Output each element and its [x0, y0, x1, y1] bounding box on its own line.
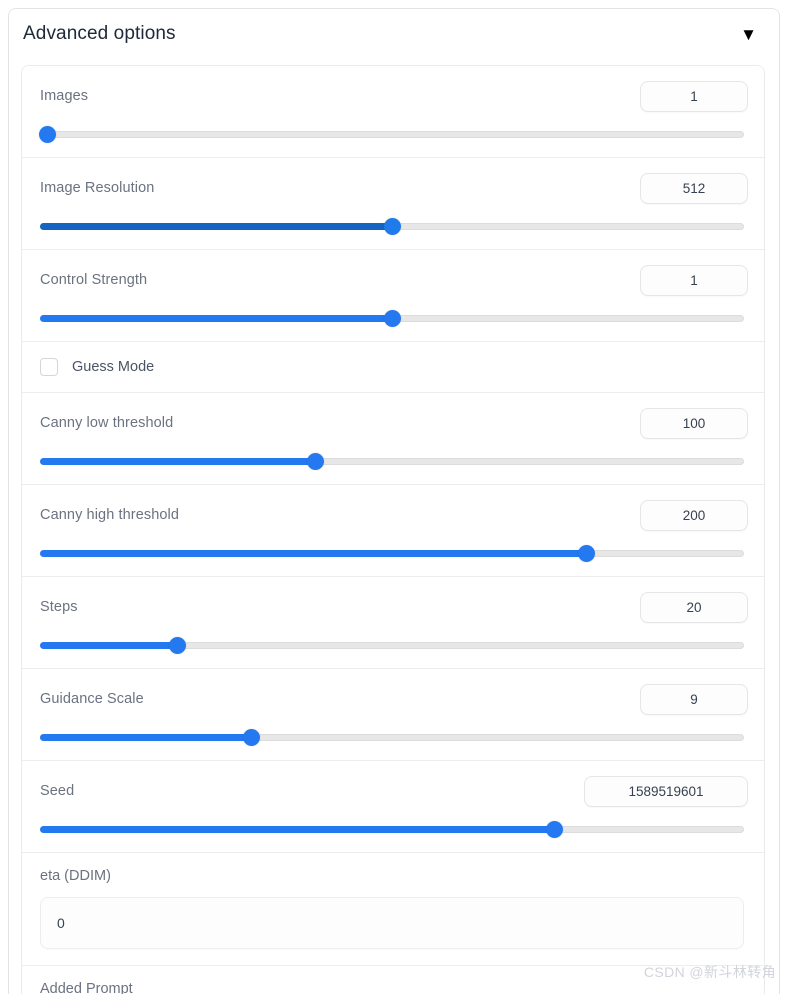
screen-root: Advanced options ▼ Images 1 Image Resolu… — [0, 0, 790, 994]
slider-thumb[interactable] — [577, 545, 595, 562]
row-head: Seed 1589519601 — [40, 775, 748, 807]
row-head: Canny low threshold 100 — [40, 407, 748, 439]
slider-thumb[interactable] — [243, 729, 261, 746]
slider-steps[interactable] — [40, 637, 744, 654]
slider-thumb[interactable] — [384, 218, 401, 235]
page-title: Advanced options — [23, 23, 176, 44]
slider-images[interactable] — [39, 126, 744, 143]
chevron-down-icon[interactable]: ▼ — [740, 26, 757, 43]
option-row-image-resolution: Image Resolution 512 — [22, 158, 764, 250]
slider-fill — [40, 642, 178, 649]
slider-thumb[interactable] — [384, 310, 401, 327]
option-row-guess-mode[interactable]: Guess Mode — [22, 342, 764, 393]
slider-label-canny-high-threshold: Canny high threshold — [40, 507, 180, 523]
slider-canny-low-threshold[interactable] — [40, 453, 744, 470]
slider-canny-high-threshold[interactable] — [40, 545, 744, 562]
row-head: Image Resolution 512 — [40, 172, 748, 204]
row-head: Guidance Scale 9 — [40, 683, 748, 715]
checkbox-guess-mode[interactable] — [40, 358, 58, 376]
slider-label-seed: Seed — [40, 783, 75, 799]
slider-thumb[interactable] — [306, 453, 324, 470]
number-input-seed[interactable]: 1589519601 — [584, 775, 748, 807]
slider-label-images: Images — [40, 88, 89, 104]
textbox-label-added-prompt: Added Prompt — [40, 981, 133, 994]
number-input-guidance-scale[interactable]: 9 — [640, 683, 748, 715]
option-row-canny-high-threshold: Canny high threshold 200 — [22, 485, 764, 577]
slider-label-steps: Steps — [40, 599, 78, 615]
slider-thumb[interactable] — [545, 821, 563, 838]
slider-fill — [40, 223, 392, 230]
accordion-header[interactable]: Advanced options ▼ — [9, 9, 779, 59]
option-row-steps: Steps 20 — [22, 577, 764, 669]
slider-fill — [40, 315, 392, 322]
row-head: Steps 20 — [40, 591, 748, 623]
checkbox-label-guess-mode: Guess Mode — [72, 359, 155, 375]
slider-control-strength[interactable] — [40, 310, 744, 327]
number-input-images[interactable]: 1 — [640, 80, 748, 112]
option-row-guidance-scale: Guidance Scale 9 — [22, 669, 764, 761]
slider-label-image-resolution: Image Resolution — [40, 180, 155, 196]
slider-fill — [40, 458, 315, 465]
number-input-canny-low-threshold[interactable]: 100 — [640, 407, 748, 439]
textbox-label-eta-ddim: eta (DDIM) — [40, 868, 111, 884]
slider-fill — [40, 550, 586, 557]
slider-fill — [40, 734, 252, 741]
slider-track[interactable] — [40, 131, 744, 138]
number-input-steps[interactable]: 20 — [640, 591, 748, 623]
option-row-seed: Seed 1589519601 — [22, 761, 764, 853]
option-row-images: Images 1 — [22, 66, 764, 158]
text-input-eta-ddim[interactable]: 0 — [40, 897, 744, 949]
option-row-eta-ddim: eta (DDIM) 0 — [22, 853, 764, 966]
option-row-control-strength: Control Strength 1 — [22, 250, 764, 342]
slider-label-guidance-scale: Guidance Scale — [40, 691, 144, 707]
slider-seed[interactable] — [40, 821, 744, 838]
option-row-canny-low-threshold: Canny low threshold 100 — [22, 393, 764, 485]
slider-guidance-scale[interactable] — [40, 729, 744, 746]
slider-label-control-strength: Control Strength — [40, 272, 148, 288]
number-input-control-strength[interactable]: 1 — [640, 264, 748, 296]
slider-fill — [40, 826, 554, 833]
watermark: CSDN @新斗林转角 — [643, 964, 776, 980]
number-input-canny-high-threshold[interactable]: 200 — [640, 499, 748, 531]
slider-thumb[interactable] — [169, 637, 187, 654]
slider-thumb[interactable] — [39, 126, 57, 143]
slider-label-canny-low-threshold: Canny low threshold — [40, 415, 174, 431]
row-head: Control Strength 1 — [40, 264, 748, 296]
row-head: Canny high threshold 200 — [40, 499, 748, 531]
row-head: Images 1 — [40, 80, 748, 112]
advanced-options-accordion: Advanced options ▼ Images 1 Image Resolu… — [8, 8, 780, 994]
slider-image-resolution[interactable] — [40, 218, 744, 235]
options-panel: Images 1 Image Resolution 512 Control St… — [21, 65, 765, 994]
number-input-image-resolution[interactable]: 512 — [640, 172, 748, 204]
